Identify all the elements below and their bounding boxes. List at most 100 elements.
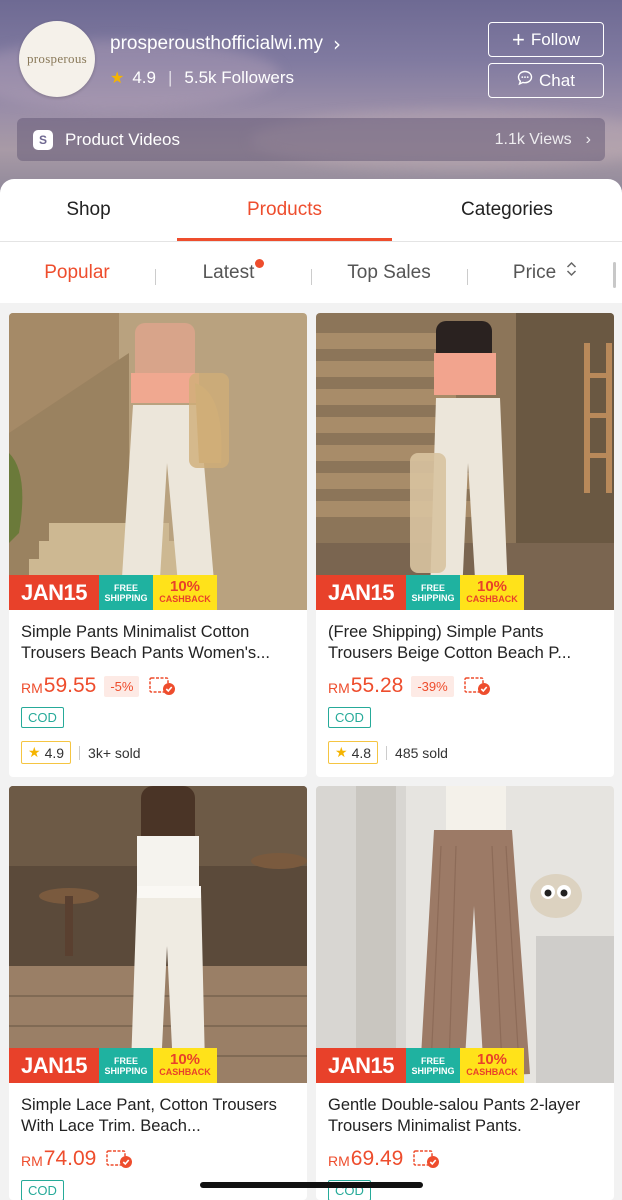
cashback-percent: 10% xyxy=(476,577,508,595)
chat-bubble-icon xyxy=(517,70,533,91)
product-price: 74.09 xyxy=(43,1147,97,1170)
discount-badge: -39% xyxy=(411,675,454,697)
cashback-badge: 10% CASHBACK xyxy=(460,575,524,610)
product-price: 59.55 xyxy=(43,674,97,697)
videos-label: Product Videos xyxy=(65,129,180,149)
free-shipping-badge: FREE SHIPPING xyxy=(406,1048,460,1083)
shop-logo[interactable]: prosperous xyxy=(19,21,95,97)
sort-popular[interactable]: Popular xyxy=(0,262,154,284)
cashback-label: CASHBACK xyxy=(159,593,211,604)
tab-categories[interactable]: Categories xyxy=(392,199,622,221)
voucher-icon xyxy=(413,1149,440,1169)
currency: RM xyxy=(328,680,350,696)
tab-shop[interactable]: Shop xyxy=(0,199,177,221)
new-dot-indicator xyxy=(255,259,265,268)
star-icon: ★ xyxy=(110,70,125,87)
cashback-percent: 10% xyxy=(476,1050,508,1068)
discount-badge: -5% xyxy=(104,675,140,697)
star-icon: ★ xyxy=(28,744,41,760)
active-tab-indicator xyxy=(177,238,392,241)
chevron-right-icon: › xyxy=(585,130,591,148)
product-title: Gentle Double-salou Pants 2-layer Trouse… xyxy=(328,1096,581,1135)
sort-price[interactable]: Price xyxy=(468,261,622,284)
videos-views: 1.1k Views xyxy=(494,130,572,148)
price-row: RM 69.49 xyxy=(328,1147,440,1171)
free-shipping-line1: FREE xyxy=(113,582,138,593)
sort-bar: Popular Latest Top Sales Price xyxy=(0,242,622,303)
promo-banner: JAN15 FREE SHIPPING 10% CASHBACK xyxy=(9,575,307,610)
shop-name: prosperousthofficialwi.my xyxy=(110,33,323,54)
voucher-icon xyxy=(149,676,176,696)
free-shipping-line1: FREE xyxy=(420,582,445,593)
follow-button[interactable]: + Follow xyxy=(488,22,604,57)
product-videos-bar[interactable]: S Product Videos 1.1k Views › xyxy=(17,118,605,161)
meta-divider: | xyxy=(167,68,173,87)
scrollbar[interactable] xyxy=(613,262,616,288)
free-shipping-line2: SHIPPING xyxy=(411,1065,455,1076)
sort-arrows-icon xyxy=(562,261,577,280)
product-card[interactable]: JAN15 FREE SHIPPING 10% CASHBACK Gentle … xyxy=(316,786,614,1200)
cashback-label: CASHBACK xyxy=(466,593,518,604)
product-card[interactable]: JAN15 FREE SHIPPING 10% CASHBACK Simple … xyxy=(9,786,307,1200)
follow-label: Follow xyxy=(530,29,580,49)
star-icon: ★ xyxy=(335,744,348,760)
home-indicator[interactable] xyxy=(200,1182,423,1188)
price-row: RM 74.09 xyxy=(21,1147,133,1171)
free-shipping-line2: SHIPPING xyxy=(411,592,455,603)
rating-badge: ★ 4.8 xyxy=(328,741,379,764)
cod-badge: COD xyxy=(21,1180,64,1200)
shop-logo-text: prosperous xyxy=(26,51,88,66)
currency: RM xyxy=(328,1153,350,1169)
promo-banner: JAN15 FREE SHIPPING 10% CASHBACK xyxy=(316,575,614,610)
product-image[interactable]: JAN15 FREE SHIPPING 10% CASHBACK xyxy=(9,313,307,610)
product-image[interactable]: JAN15 FREE SHIPPING 10% CASHBACK xyxy=(316,786,614,1083)
product-price: 69.49 xyxy=(350,1147,404,1170)
plus-icon: + xyxy=(512,26,525,52)
product-image[interactable]: JAN15 FREE SHIPPING 10% CASHBACK xyxy=(316,313,614,610)
cashback-label: CASHBACK xyxy=(466,1066,518,1077)
cod-badge: COD xyxy=(21,707,64,728)
shop-meta: ★ 4.9 | 5.5k Followers xyxy=(110,68,294,88)
cashback-badge: 10% CASHBACK xyxy=(153,575,217,610)
promo-date: JAN15 xyxy=(9,1048,99,1083)
price-row: RM 55.28 -39% xyxy=(328,674,491,698)
free-shipping-line1: FREE xyxy=(113,1055,138,1066)
product-image[interactable]: JAN15 FREE SHIPPING 10% CASHBACK xyxy=(9,786,307,1083)
chevron-right-icon: › xyxy=(332,32,341,56)
promo-date: JAN15 xyxy=(316,1048,406,1083)
promo-banner: JAN15 FREE SHIPPING 10% CASHBACK xyxy=(316,1048,614,1083)
product-rating: 4.9 xyxy=(44,744,65,761)
sort-price-label: Price xyxy=(512,262,557,283)
shop-name-link[interactable]: prosperousthofficialwi.my › xyxy=(110,32,341,56)
sort-popular-label: Popular xyxy=(44,262,110,283)
free-shipping-badge: FREE SHIPPING xyxy=(99,1048,153,1083)
chat-button[interactable]: Chat xyxy=(488,63,604,98)
cashback-label: CASHBACK xyxy=(159,1066,211,1077)
shop-followers: 5.5k Followers xyxy=(184,68,295,87)
sort-top-sales[interactable]: Top Sales xyxy=(312,262,466,284)
free-shipping-badge: FREE SHIPPING xyxy=(406,575,460,610)
chat-label: Chat xyxy=(539,70,575,90)
product-title: Simple Pants Minimalist Cotton Trousers … xyxy=(21,623,270,662)
product-card[interactable]: JAN15 FREE SHIPPING 10% CASHBACK Simple … xyxy=(9,313,307,777)
cashback-badge: 10% CASHBACK xyxy=(460,1048,524,1083)
promo-date: JAN15 xyxy=(9,575,99,610)
free-shipping-line1: FREE xyxy=(420,1055,445,1066)
sold-count: 3k+ sold xyxy=(88,744,141,761)
currency: RM xyxy=(21,680,43,696)
rating-badge: ★ 4.9 xyxy=(21,741,72,764)
tab-products[interactable]: Products xyxy=(177,199,392,221)
price-row: RM 59.55 -5% xyxy=(21,674,176,698)
promo-banner: JAN15 FREE SHIPPING 10% CASHBACK xyxy=(9,1048,307,1083)
cashback-percent: 10% xyxy=(169,577,201,595)
cashback-badge: 10% CASHBACK xyxy=(153,1048,217,1083)
cashback-percent: 10% xyxy=(169,1050,201,1068)
product-title: Simple Lace Pant, Cotton Trousers With L… xyxy=(21,1096,277,1135)
rating-divider xyxy=(79,745,81,760)
product-card[interactable]: JAN15 FREE SHIPPING 10% CASHBACK (Free S… xyxy=(316,313,614,777)
product-rating: 4.8 xyxy=(351,744,372,761)
free-shipping-badge: FREE SHIPPING xyxy=(99,575,153,610)
sort-latest-label: Latest xyxy=(202,262,255,283)
rating-row: ★ 4.8 485 sold xyxy=(328,741,448,764)
sort-latest[interactable]: Latest xyxy=(156,259,310,284)
